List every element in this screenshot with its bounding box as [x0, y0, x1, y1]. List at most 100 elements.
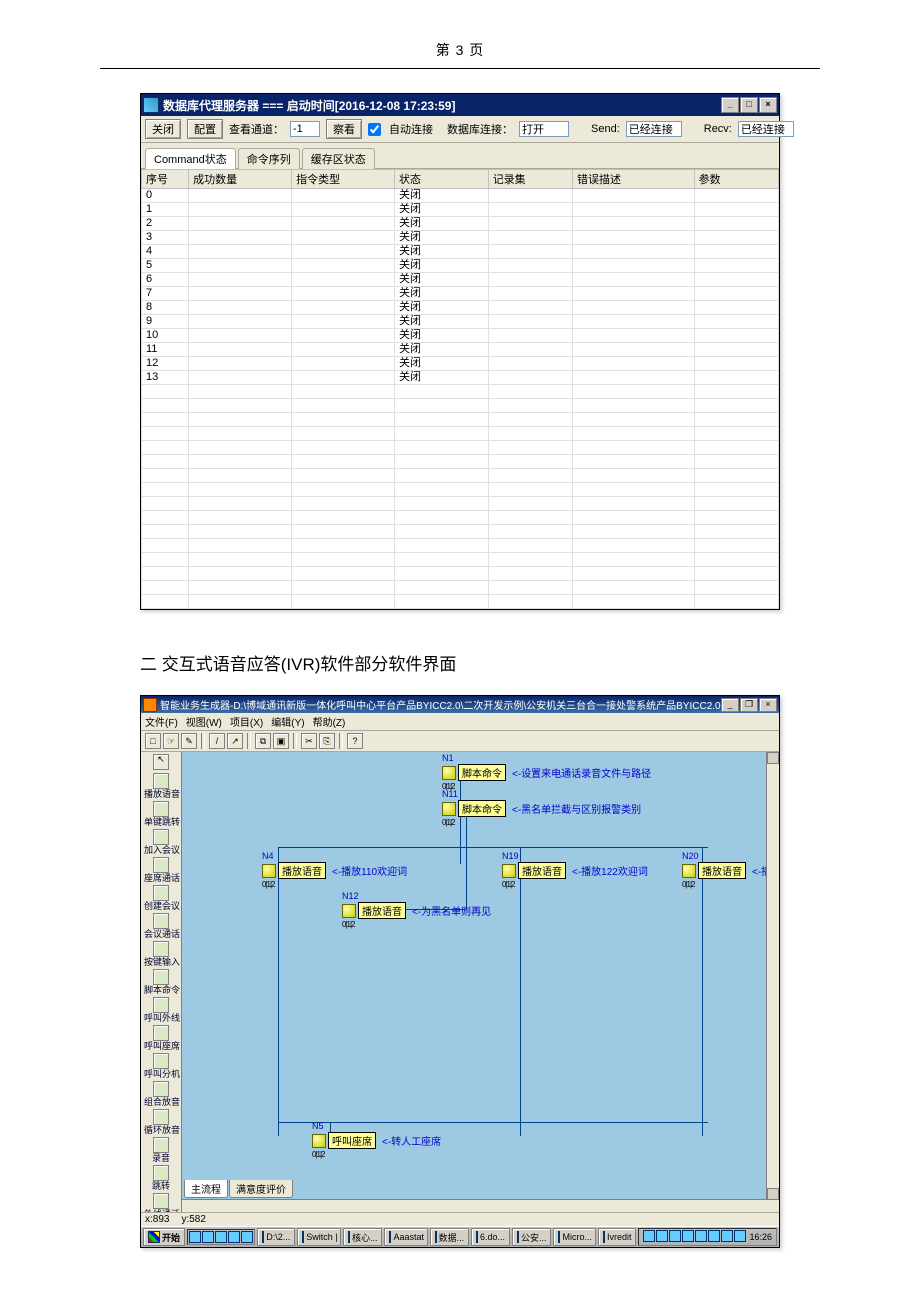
column-header[interactable]: 参数 — [694, 170, 778, 189]
table-row[interactable]: 10关闭 — [142, 329, 779, 343]
toolbar-icon[interactable]: ✎ — [181, 733, 197, 749]
palette-item[interactable]: 外线通话 — [144, 1193, 178, 1212]
table-row[interactable]: 3关闭 — [142, 231, 779, 245]
toolbar-icon[interactable]: □ — [145, 733, 161, 749]
table-row[interactable]: 9关闭 — [142, 315, 779, 329]
table-row[interactable]: 2关闭 — [142, 217, 779, 231]
view-channel-input[interactable] — [290, 121, 320, 137]
recv-value[interactable] — [738, 121, 794, 137]
tray-icon[interactable] — [708, 1230, 720, 1242]
db-conn-value[interactable] — [519, 121, 569, 137]
flow-node[interactable]: N19播放语音<-播放122欢迎词0|1|2 — [502, 862, 648, 879]
column-header[interactable]: 记录集 — [488, 170, 572, 189]
horizontal-scrollbar[interactable] — [182, 1199, 779, 1212]
tray-icon[interactable] — [695, 1230, 707, 1242]
close-window-button[interactable]: × — [759, 698, 777, 712]
quicklaunch-icon[interactable] — [189, 1231, 201, 1243]
auto-connect-checkbox[interactable] — [368, 123, 381, 136]
config-button[interactable]: 配置 — [187, 119, 223, 139]
table-row[interactable]: 11关闭 — [142, 343, 779, 357]
quicklaunch-icon[interactable] — [228, 1231, 240, 1243]
start-button[interactable]: 开始 — [143, 1228, 185, 1246]
send-value[interactable] — [626, 121, 682, 137]
flow-node[interactable]: N20播放语音<-播放119欢迎词0|1|2 — [682, 862, 767, 879]
tray-icon[interactable] — [643, 1230, 655, 1242]
table-row[interactable]: 1关闭 — [142, 203, 779, 217]
column-header[interactable]: 成功数量 — [189, 170, 292, 189]
table-row[interactable]: 12关闭 — [142, 357, 779, 371]
flow-node[interactable]: N1脚本命令<-设置来电通话录音文件与路径0|1|2 — [442, 764, 651, 781]
toolbar-icon[interactable]: / — [209, 733, 225, 749]
menu-item[interactable]: 文件(F) — [145, 714, 178, 729]
palette-item[interactable]: 创建会议 — [144, 885, 178, 911]
menu-item[interactable]: 项目(X) — [230, 714, 263, 729]
palette-item[interactable]: 会议通话 — [144, 913, 178, 939]
maximize-button[interactable]: □ — [740, 97, 758, 113]
tray-icon[interactable] — [721, 1230, 733, 1242]
palette-item[interactable]: 座席通话 — [144, 857, 178, 883]
table-row[interactable]: 5关闭 — [142, 259, 779, 273]
taskbar-task[interactable]: Aaastat — [384, 1228, 427, 1246]
column-header[interactable]: 指令类型 — [292, 170, 395, 189]
view-button[interactable]: 察看 — [326, 119, 362, 139]
close-button[interactable]: 关闭 — [145, 119, 181, 139]
tray-icon[interactable] — [669, 1230, 681, 1242]
palette-item[interactable]: ↖ — [144, 754, 178, 771]
palette-item[interactable]: 脚本命令 — [144, 969, 178, 995]
column-header[interactable]: 状态 — [395, 170, 489, 189]
vertical-scrollbar[interactable] — [766, 752, 779, 1200]
menu-item[interactable]: 视图(W) — [186, 714, 222, 729]
toolbar-icon[interactable]: ✂ — [301, 733, 317, 749]
flow-node[interactable]: N5呼叫座席<-转人工座席0|1|2 — [312, 1132, 441, 1149]
system-tray[interactable]: 16:26 — [638, 1228, 777, 1246]
quicklaunch-icon[interactable] — [241, 1231, 253, 1243]
palette-item[interactable]: 录音 — [144, 1137, 178, 1163]
restore-button[interactable]: ❐ — [740, 698, 758, 712]
column-header[interactable]: 序号 — [142, 170, 189, 189]
toolbar-icon[interactable]: ⧉ — [255, 733, 271, 749]
toolbar-icon[interactable]: ? — [347, 733, 363, 749]
flow-node[interactable]: N11脚本命令<-黑名单拦截与区别报警类别0|1|2 — [442, 800, 641, 817]
palette-item[interactable]: 单键跳转 — [144, 801, 178, 827]
minimize-button[interactable]: _ — [721, 698, 739, 712]
taskbar-task[interactable]: 6.do... — [471, 1228, 510, 1246]
toolbar-icon[interactable]: ▣ — [273, 733, 289, 749]
menu-item[interactable]: 帮助(Z) — [313, 714, 346, 729]
canvas-tab[interactable]: 满意度评价 — [229, 1180, 293, 1198]
menu-item[interactable]: 编辑(Y) — [271, 714, 304, 729]
tray-icon[interactable] — [734, 1230, 746, 1242]
palette-item[interactable]: 跳转 — [144, 1165, 178, 1191]
quicklaunch-icon[interactable] — [202, 1231, 214, 1243]
canvas-tab[interactable]: 主流程 — [184, 1180, 228, 1198]
flow-node[interactable]: N12播放语音<-为黑名单则再见0|1|2 — [342, 902, 491, 919]
toolbar-icon[interactable]: ☞ — [163, 733, 179, 749]
toolbar-icon[interactable]: ⎘ — [319, 733, 335, 749]
palette-item[interactable]: 呼叫外线 — [144, 997, 178, 1023]
tray-icon[interactable] — [656, 1230, 668, 1242]
flow-canvas[interactable]: N1脚本命令<-设置来电通话录音文件与路径0|1|2 N11脚本命令<-黑名单拦截… — [182, 752, 767, 1200]
taskbar-task[interactable]: 公安... — [512, 1228, 551, 1246]
palette-item[interactable]: 播放语音 — [144, 773, 178, 799]
tab-1[interactable]: 命令序列 — [238, 148, 300, 169]
table-row[interactable]: 7关闭 — [142, 287, 779, 301]
palette-item[interactable]: 加入会议 — [144, 829, 178, 855]
taskbar-task[interactable]: Ivredit — [598, 1228, 637, 1246]
tray-icon[interactable] — [682, 1230, 694, 1242]
minimize-button[interactable]: _ — [721, 97, 739, 113]
taskbar-task[interactable]: Micro... — [553, 1228, 595, 1246]
table-row[interactable]: 4关闭 — [142, 245, 779, 259]
tab-2[interactable]: 缓存区状态 — [302, 148, 375, 169]
tab-0[interactable]: Command状态 — [145, 148, 236, 169]
taskbar-task[interactable]: 核心... — [343, 1228, 382, 1246]
palette-item[interactable]: 组合放音 — [144, 1081, 178, 1107]
toolbar-icon[interactable]: ↗ — [227, 733, 243, 749]
palette-item[interactable]: 按键输入 — [144, 941, 178, 967]
flow-node[interactable]: N4播放语音<-播放110欢迎词0|1|2 — [262, 862, 407, 879]
table-row[interactable]: 0关闭 — [142, 189, 779, 203]
column-header[interactable]: 错误描述 — [573, 170, 695, 189]
taskbar-task[interactable]: D:\2... — [257, 1228, 295, 1246]
palette-item[interactable]: 循环放音 — [144, 1109, 178, 1135]
taskbar-task[interactable]: 数据... — [430, 1228, 469, 1246]
table-row[interactable]: 6关闭 — [142, 273, 779, 287]
quicklaunch-icon[interactable] — [215, 1231, 227, 1243]
